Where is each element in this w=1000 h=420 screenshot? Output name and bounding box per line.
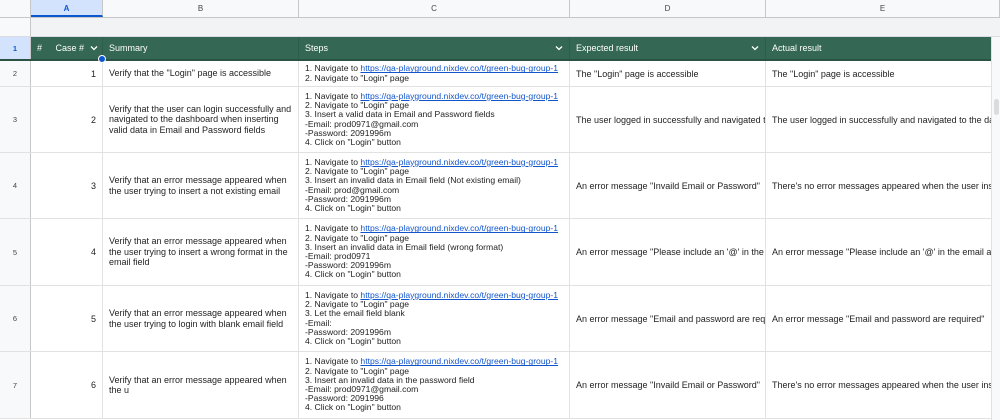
table-row: 5 4 Verify that an error message appeared … — [0, 219, 1000, 286]
column-header-a[interactable]: A — [31, 0, 103, 17]
step-line: 4. Click on "Login" button — [305, 136, 401, 147]
steps-header-label: Steps — [305, 43, 329, 53]
case-number-cell[interactable]: 5 — [31, 286, 103, 351]
column-header-b[interactable]: B — [103, 0, 299, 17]
table-row: 7 6 Verify that an error message appeared … — [0, 352, 1000, 419]
filter-chevron-icon[interactable] — [90, 44, 98, 52]
column-header-bar: A B C D E — [0, 0, 1000, 18]
step-text: 4. Click on "Login" button — [305, 136, 401, 147]
actual-header-cell[interactable]: Actual result — [766, 37, 1000, 59]
fill-handle[interactable] — [98, 55, 106, 63]
expected-result-cell[interactable]: An error message "Invaild Email or Passw… — [570, 153, 766, 218]
steps-cell[interactable]: 1. Navigate to https://qa-playground.nix… — [299, 153, 570, 218]
step-line: 4. Click on "Login" button — [305, 202, 401, 213]
frozen-band — [0, 18, 1000, 37]
step-text: 4. Click on "Login" button — [305, 269, 401, 280]
table-row: 3 2 Verify that the user can login success… — [0, 87, 1000, 153]
actual-result-cell[interactable]: The user logged in successfully and navi… — [766, 87, 1000, 152]
step-text: 2. Navigate to "Login" page — [305, 72, 410, 83]
case-number-cell[interactable]: 6 — [31, 352, 103, 418]
summary-cell[interactable]: Verify that the user can login successfu… — [103, 87, 299, 152]
steps-cell[interactable]: 1. Navigate to https://qa-playground.nix… — [299, 352, 570, 418]
column-header-e[interactable]: E — [766, 0, 1000, 17]
actual-result-cell[interactable]: There's no error messages appeared when … — [766, 352, 1000, 418]
case-number-cell[interactable]: 1 — [31, 61, 103, 86]
summary-cell[interactable]: Verify that an error message appeared wh… — [103, 352, 299, 418]
step-line: 4. Click on "Login" button — [305, 403, 401, 412]
steps-cell[interactable]: 1. Navigate to https://qa-playground.nix… — [299, 61, 570, 86]
steps-header-cell[interactable]: Steps — [299, 37, 570, 59]
case-header-cell[interactable]: # Case # — [31, 37, 103, 59]
expected-result-cell[interactable]: The "Login" page is accessible — [570, 61, 766, 86]
actual-header-label: Actual result — [772, 43, 822, 53]
table-body: 2 1 Verify that the "Login" page is access… — [0, 61, 1000, 419]
vertical-scrollbar[interactable] — [991, 37, 1000, 420]
row-number[interactable]: 3 — [0, 87, 31, 152]
row-number[interactable]: 7 — [0, 352, 31, 418]
expected-result-cell[interactable]: An error message "Please include an '@' … — [570, 219, 766, 285]
filter-chevron-icon[interactable] — [555, 44, 563, 52]
column-header-c[interactable]: C — [299, 0, 570, 17]
summary-cell[interactable]: Verify that the "Login" page is accessib… — [103, 61, 299, 86]
steps-cell[interactable]: 1. Navigate to https://qa-playground.nix… — [299, 87, 570, 152]
expected-result-cell[interactable]: An error message "Invaild Email or Passw… — [570, 352, 766, 418]
actual-result-cell[interactable]: An error message "Please include an '@' … — [766, 219, 1000, 285]
spreadsheet: A B C D E 1 # Case # Summary Steps Expec… — [0, 0, 1000, 420]
expected-header-label: Expected result — [576, 43, 639, 53]
steps-cell[interactable]: 1. Navigate to https://qa-playground.nix… — [299, 219, 570, 285]
step-line: 2. Navigate to "Login" page — [305, 72, 410, 83]
case-number-cell[interactable]: 3 — [31, 153, 103, 218]
case-number-cell[interactable]: 4 — [31, 219, 103, 285]
row-number[interactable]: 1 — [0, 37, 31, 59]
grid: 1 # Case # Summary Steps Expected result… — [0, 37, 1000, 419]
select-all-corner[interactable] — [0, 0, 31, 17]
step-line: 4. Click on "Login" button — [305, 335, 401, 346]
table-header-row: 1 # Case # Summary Steps Expected result… — [0, 37, 1000, 61]
actual-result-cell[interactable]: An error message "Email and password are… — [766, 286, 1000, 351]
step-line: 4. Click on "Login" button — [305, 270, 401, 279]
column-header-d[interactable]: D — [570, 0, 766, 17]
step-text: 4. Click on "Login" button — [305, 202, 401, 213]
hash-label: # — [37, 43, 43, 53]
row-number[interactable]: 4 — [0, 153, 31, 218]
expected-result-cell[interactable]: The user logged in successfully and navi… — [570, 87, 766, 152]
filter-chevron-icon[interactable] — [751, 44, 759, 52]
expected-header-cell[interactable]: Expected result — [570, 37, 766, 59]
summary-header-label: Summary — [109, 42, 148, 53]
table-row: 2 1 Verify that the "Login" page is access… — [0, 61, 1000, 87]
actual-result-cell[interactable]: There's no error messages appeared when … — [766, 153, 1000, 218]
table-row: 4 3 Verify that an error message appeared … — [0, 153, 1000, 219]
summary-header-cell[interactable]: Summary — [103, 37, 299, 59]
actual-result-cell[interactable]: The "Login" page is accessible — [766, 61, 1000, 86]
steps-cell[interactable]: 1. Navigate to https://qa-playground.nix… — [299, 286, 570, 351]
scrollbar-thumb[interactable] — [994, 99, 999, 115]
summary-cell[interactable]: Verify that an error message appeared wh… — [103, 153, 299, 218]
step-text: 4. Click on "Login" button — [305, 335, 401, 346]
row-number[interactable]: 2 — [0, 61, 31, 86]
case-number-cell[interactable]: 2 — [31, 87, 103, 152]
case-header-label: Case # — [55, 43, 84, 53]
step-text: 4. Click on "Login" button — [305, 402, 401, 413]
row-number[interactable]: 5 — [0, 219, 31, 285]
summary-cell[interactable]: Verify that an error message appeared wh… — [103, 286, 299, 351]
summary-cell[interactable]: Verify that an error message appeared wh… — [103, 219, 299, 285]
table-row: 6 5 Verify that an error message appeared … — [0, 286, 1000, 352]
row-number[interactable]: 6 — [0, 286, 31, 351]
expected-result-cell[interactable]: An error message "Email and password are… — [570, 286, 766, 351]
